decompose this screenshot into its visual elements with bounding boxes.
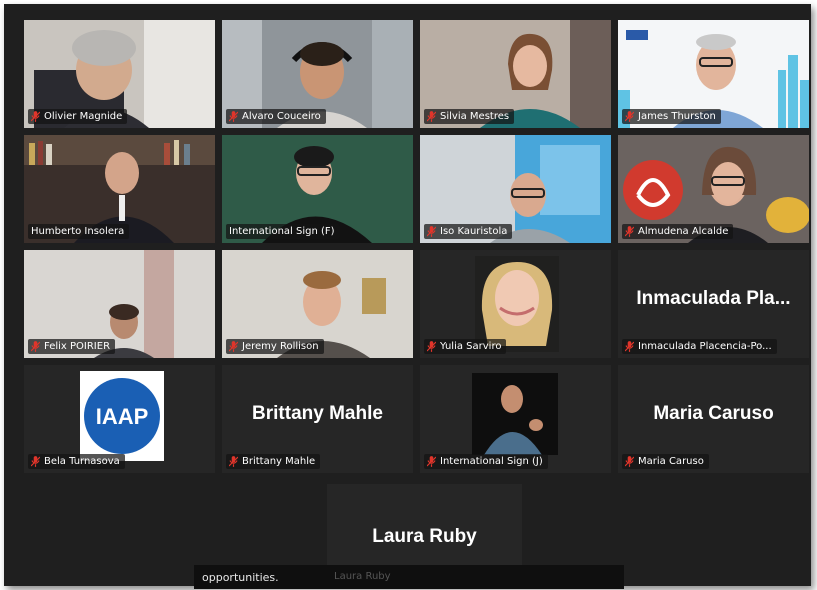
gallery-grid: Olivier Magnide Alvaro Couceiro Silvia M… (24, 20, 809, 473)
participant-display-name: Maria Caruso (653, 403, 774, 424)
mic-muted-icon (427, 226, 436, 237)
participant-tile-active-speaker[interactable]: International Sign (F) (222, 135, 413, 243)
mic-muted-icon (625, 456, 634, 467)
participant-display-name: Inmaculada Pla... (636, 288, 791, 309)
participant-name: International Sign (J) (424, 454, 548, 469)
participant-name: Iso Kauristola (424, 224, 513, 239)
participant-name: Felix POIRIER (28, 339, 116, 354)
mic-muted-icon (625, 341, 634, 352)
mic-muted-icon (31, 456, 40, 467)
caption-text: opportunities. (202, 571, 279, 584)
participant-display-name: Brittany Mahle (252, 403, 383, 424)
mic-muted-icon (31, 341, 40, 352)
participant-name: Jeremy Rollison (226, 339, 324, 354)
mic-muted-icon (229, 111, 238, 122)
participant-tile[interactable]: Alvaro Couceiro (222, 20, 413, 128)
mic-muted-icon (427, 111, 436, 122)
mic-muted-icon (625, 226, 634, 237)
participant-tile[interactable]: Inmaculada Pla... Inmaculada Placencia-P… (618, 250, 809, 358)
participant-name: Humberto Insolera (28, 224, 130, 239)
participant-name: International Sign (F) (226, 224, 340, 239)
participant-name: Maria Caruso (622, 454, 709, 469)
participant-tile[interactable]: International Sign (J) (420, 365, 611, 473)
meeting-window: Olivier Magnide Alvaro Couceiro Silvia M… (4, 4, 811, 589)
participant-display-name: Laura Ruby (372, 526, 477, 547)
participant-tile[interactable]: Almudena Alcalde (618, 135, 809, 243)
participant-name: Inmaculada Placencia-Po... (622, 339, 777, 354)
participant-tile[interactable]: Iso Kauristola (420, 135, 611, 243)
participant-name: Bela Turnasova (28, 454, 125, 469)
participant-tile[interactable]: James Thurston (618, 20, 809, 128)
participant-tile[interactable]: IAAP Bela Turnasova (24, 365, 215, 473)
mic-muted-icon (625, 111, 634, 122)
participant-name: Silvia Mestres (424, 109, 515, 124)
participant-name: Brittany Mahle (226, 454, 321, 469)
participant-tile[interactable]: Olivier Magnide (24, 20, 215, 128)
participant-name: Almudena Alcalde (622, 224, 734, 239)
participant-name: Olivier Magnide (28, 109, 128, 124)
participant-name: Alvaro Couceiro (226, 109, 326, 124)
caption-participant-name: Laura Ruby (334, 571, 391, 582)
participant-name: James Thurston (622, 109, 721, 124)
participant-tile[interactable]: Felix POIRIER (24, 250, 215, 358)
caption-bar: opportunities. Laura Ruby (194, 565, 624, 589)
participant-tile[interactable]: Jeremy Rollison (222, 250, 413, 358)
mic-muted-icon (229, 341, 238, 352)
mic-muted-icon (427, 341, 436, 352)
participant-name: Yulia Sarviro (424, 339, 507, 354)
svg-text:IAAP: IAAP (96, 404, 149, 429)
participant-tile[interactable]: Maria Caruso Maria Caruso (618, 365, 809, 473)
mic-muted-icon (427, 456, 436, 467)
participant-tile[interactable]: Yulia Sarviro (420, 250, 611, 358)
participant-tile[interactable]: Silvia Mestres (420, 20, 611, 128)
mic-muted-icon (229, 456, 238, 467)
participant-tile[interactable]: Humberto Insolera (24, 135, 215, 243)
mic-muted-icon (31, 111, 40, 122)
participant-tile[interactable]: Brittany Mahle Brittany Mahle (222, 365, 413, 473)
